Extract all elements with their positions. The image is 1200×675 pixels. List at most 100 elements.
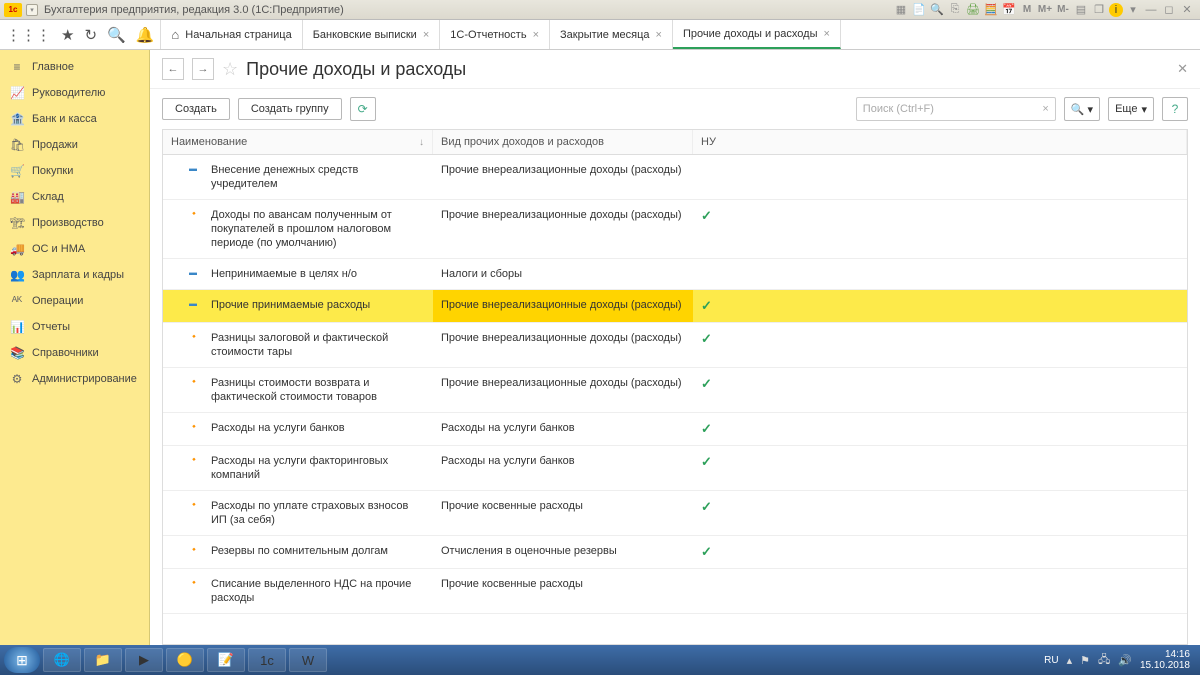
table-row[interactable]: Резервы по сомнительным долгамОтчисления… <box>163 536 1187 569</box>
history-icon[interactable]: ↻ <box>84 26 97 44</box>
task-media[interactable]: ▶ <box>125 648 163 672</box>
tray-up-icon[interactable]: ▴ <box>1067 654 1073 667</box>
tab-close-icon[interactable]: × <box>423 29 429 41</box>
tb-icon-drop[interactable]: ▾ <box>1125 2 1141 18</box>
window-minimize[interactable]: — <box>1143 2 1159 18</box>
create-group-button[interactable]: Создать группу <box>238 98 342 120</box>
create-button[interactable]: Создать <box>162 98 230 120</box>
tb-icon-cal[interactable]: 📅 <box>1001 2 1017 18</box>
tab-2[interactable]: 1С-Отчетность× <box>440 20 550 49</box>
apps-icon[interactable]: ⋮⋮⋮ <box>6 26 51 44</box>
tab-close-icon[interactable]: × <box>533 29 539 41</box>
search-icon[interactable]: 🔍 <box>107 26 126 44</box>
row-name: Разницы залоговой и фактической стоимост… <box>211 331 425 359</box>
search-input[interactable]: Поиск (Ctrl+F) × <box>856 97 1056 121</box>
fav-icon[interactable]: ★ <box>61 26 74 44</box>
tab-close-icon[interactable]: × <box>656 29 662 41</box>
windows-taskbar: ⊞ 🌐 📁 ▶ 🟡 📝 1c W RU ▴ ⚑ 🖧 🔊 14:16 15.10.… <box>0 645 1200 675</box>
sidebar-icon: 🏦 <box>10 112 24 126</box>
page-close-icon[interactable]: ✕ <box>1177 61 1188 77</box>
col-kind-header[interactable]: Вид прочих доходов и расходов <box>433 130 693 154</box>
tab-0[interactable]: ⌂Начальная страница <box>161 20 302 49</box>
tb-icon-m[interactable]: M <box>1019 2 1035 18</box>
row-icon <box>189 332 203 341</box>
tb-icon-mminus[interactable]: M- <box>1055 2 1071 18</box>
col-nu-header[interactable]: НУ <box>693 130 1187 154</box>
start-button[interactable]: ⊞ <box>4 647 40 673</box>
tb-icon-1[interactable]: ▦ <box>893 2 909 18</box>
task-ie[interactable]: 🌐 <box>43 648 81 672</box>
window-close[interactable]: ✕ <box>1179 2 1195 18</box>
table-row[interactable]: Расходы на услуги факторинговых компаний… <box>163 446 1187 491</box>
tray-clock[interactable]: 14:16 15.10.2018 <box>1140 649 1190 671</box>
sidebar-item-9[interactable]: ᴬᴷОперации <box>0 288 149 314</box>
tb-icon-mplus[interactable]: M+ <box>1037 2 1053 18</box>
col-name-header[interactable]: Наименование↓ <box>163 130 433 154</box>
sidebar-item-12[interactable]: ⚙Администрирование <box>0 366 149 392</box>
sidebar-item-8[interactable]: 👥Зарплата и кадры <box>0 262 149 288</box>
sidebar-label: Производство <box>32 217 104 229</box>
data-table: Наименование↓ Вид прочих доходов и расхо… <box>162 129 1188 667</box>
sidebar-item-7[interactable]: 🚚ОС и НМА <box>0 236 149 262</box>
window-maximize[interactable]: ◻ <box>1161 2 1177 18</box>
search-mode-drop[interactable]: 🔍 ▾ <box>1064 97 1100 121</box>
tb-icon-print[interactable]: 🖨 <box>965 2 981 18</box>
app-logo: 1c <box>4 3 22 17</box>
tb-icon-grid[interactable]: ▤ <box>1073 2 1089 18</box>
row-name: Доходы по авансам полученным от покупате… <box>211 208 425 250</box>
app-menu-drop[interactable]: ▾ <box>26 4 38 16</box>
row-kind: Прочие косвенные расходы <box>433 569 693 613</box>
sidebar-item-0[interactable]: ≡Главное <box>0 54 149 80</box>
tray-net-icon[interactable]: 🖧 <box>1098 651 1110 670</box>
table-row[interactable]: Расходы на услуги банковРасходы на услуг… <box>163 413 1187 446</box>
refresh-button[interactable]: ⟳ <box>350 97 376 121</box>
table-row[interactable]: Списание выделенного НДС на прочие расхо… <box>163 569 1187 614</box>
nav-sidebar: ≡Главное📈Руководителю🏦Банк и касса🛍Прода… <box>0 50 150 675</box>
tray-lang[interactable]: RU <box>1044 655 1058 666</box>
tray-vol-icon[interactable]: 🔊 <box>1118 654 1132 667</box>
tb-icon-win[interactable]: ❐ <box>1091 2 1107 18</box>
tray-flag-icon[interactable]: ⚑ <box>1080 654 1090 667</box>
table-row[interactable]: Расходы по уплате страховых взносов ИП (… <box>163 491 1187 536</box>
sidebar-item-2[interactable]: 🏦Банк и касса <box>0 106 149 132</box>
help-icon[interactable]: i <box>1109 3 1123 17</box>
table-row[interactable]: ▬Непринимаемые в целях н/оНалоги и сборы <box>163 259 1187 290</box>
table-row[interactable]: Разницы залоговой и фактической стоимост… <box>163 323 1187 368</box>
sidebar-item-3[interactable]: 🛍Продажи <box>0 132 149 158</box>
sidebar-item-6[interactable]: 🏗Производство <box>0 210 149 236</box>
search-placeholder: Поиск (Ctrl+F) <box>863 103 934 115</box>
nav-back[interactable]: ← <box>162 58 184 80</box>
sidebar-item-4[interactable]: 🛒Покупки <box>0 158 149 184</box>
search-clear-icon[interactable]: × <box>1042 103 1048 115</box>
task-word[interactable]: W <box>289 648 327 672</box>
row-name: Расходы на услуги факторинговых компаний <box>211 454 425 482</box>
sidebar-item-10[interactable]: 📊Отчеты <box>0 314 149 340</box>
table-row[interactable]: ▬Прочие принимаемые расходыПрочие внереа… <box>163 290 1187 323</box>
table-row[interactable]: ▬Внесение денежных средств учредителемПр… <box>163 155 1187 200</box>
tb-icon-3[interactable]: 🔍 <box>929 2 945 18</box>
sidebar-item-5[interactable]: 🏭Склад <box>0 184 149 210</box>
sidebar-label: Администрирование <box>32 373 137 385</box>
sidebar-item-1[interactable]: 📈Руководителю <box>0 80 149 106</box>
tb-icon-4[interactable]: ⎘ <box>947 2 963 18</box>
task-notes[interactable]: 📝 <box>207 648 245 672</box>
window-titlebar: 1c ▾ Бухгалтерия предприятия, редакция 3… <box>0 0 1200 20</box>
task-chrome[interactable]: 🟡 <box>166 648 204 672</box>
table-row[interactable]: Доходы по авансам полученным от покупате… <box>163 200 1187 259</box>
task-explorer[interactable]: 📁 <box>84 648 122 672</box>
table-row[interactable]: Разницы стоимости возврата и фактической… <box>163 368 1187 413</box>
more-button[interactable]: Еще ▾ <box>1108 97 1154 121</box>
tab-3[interactable]: Закрытие месяца× <box>550 20 673 49</box>
tab-close-icon[interactable]: × <box>823 28 829 40</box>
task-1c[interactable]: 1c <box>248 648 286 672</box>
tab-4[interactable]: Прочие доходы и расходы× <box>673 20 841 49</box>
tab-1[interactable]: Банковские выписки× <box>303 20 441 49</box>
sidebar-item-11[interactable]: 📚Справочники <box>0 340 149 366</box>
row-icon <box>189 545 203 554</box>
tb-icon-calc[interactable]: 🧮 <box>983 2 999 18</box>
nav-forward[interactable]: → <box>192 58 214 80</box>
help-button[interactable]: ? <box>1162 97 1188 121</box>
tb-icon-2[interactable]: 📄 <box>911 2 927 18</box>
bell-icon[interactable]: 🔔 <box>136 26 155 44</box>
favorite-star-icon[interactable]: ☆ <box>222 59 238 80</box>
